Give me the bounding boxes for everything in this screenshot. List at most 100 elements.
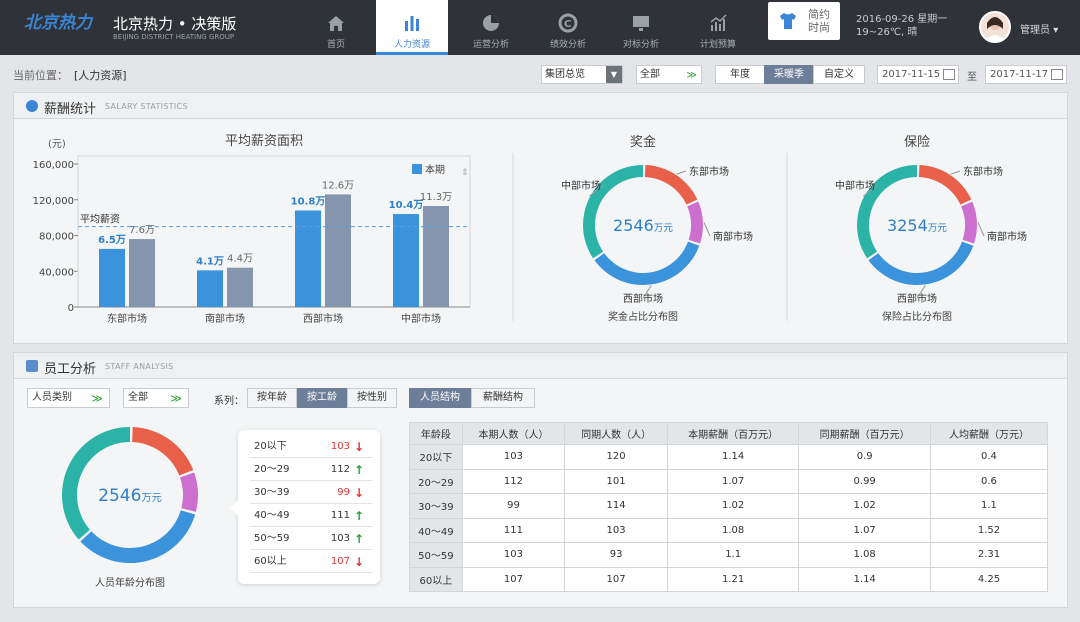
nav-budget[interactable]: 计划预算 [682, 0, 754, 55]
x-tick-label: 西部市场 [303, 312, 343, 325]
donut-caption: 人员年龄分布图 [95, 576, 165, 589]
bar[interactable] [295, 210, 321, 307]
user-menu[interactable]: 管理员 ▾ [1020, 21, 1058, 36]
donut-slice[interactable] [583, 165, 643, 259]
donut-slice[interactable] [868, 241, 974, 285]
tab-custom[interactable]: 自定义 [813, 65, 865, 84]
bar[interactable] [129, 239, 155, 307]
bar-value-label: 12.6万 [322, 180, 354, 191]
date-from-input[interactable]: 2017-11-15 [877, 65, 959, 84]
list-label: 20～29 [254, 464, 290, 475]
legend-scroll-icon[interactable]: ⇕ [461, 168, 469, 178]
bar[interactable] [393, 214, 419, 307]
donut-slice[interactable] [857, 165, 917, 259]
tab-salary-structure[interactable]: 薪酬结构 [471, 388, 535, 408]
donut-slice[interactable] [62, 427, 130, 540]
bar-chart-icon [405, 16, 419, 31]
staff-type-select[interactable]: 人员类别 ≫ [27, 388, 110, 408]
company-logo[interactable]: 北京热力 [24, 8, 98, 38]
list-item[interactable]: 30～39 99 ↓ [250, 482, 372, 504]
nav-hr[interactable]: 人力资源 [376, 0, 448, 55]
table-row[interactable]: 20以下 103 120 1.14 0.9 0.4 [409, 444, 1049, 470]
donut-slice[interactable] [80, 510, 196, 563]
arrow-down-icon: ↓ [353, 486, 364, 500]
list-item[interactable]: 20～29 112 ↑ [250, 459, 372, 481]
table-cell: 1.02 [798, 493, 931, 519]
table-cell: 50～59 [409, 542, 463, 568]
table-header-cell: 本期薪酬（百万元） [666, 422, 800, 445]
breadcrumb-label: 当前位置： [13, 69, 68, 82]
list-item[interactable]: 60以上 107 ↓ [250, 551, 372, 573]
list-label: 40～49 [254, 510, 290, 521]
bar[interactable] [227, 267, 253, 307]
legend-swatch [412, 164, 422, 174]
tab-staff-structure[interactable]: 人员结构 [409, 388, 471, 408]
bar-value-label: 4.4万 [227, 254, 253, 265]
donut-label: 西部市场 [623, 292, 663, 305]
coin-icon [26, 100, 38, 112]
nav-home[interactable]: 首页 [300, 0, 372, 55]
theme-switch[interactable]: 简约时尚 [768, 2, 840, 40]
arrow-up-icon: ↑ [353, 463, 364, 477]
table-row[interactable]: 40～49 111 103 1.08 1.07 1.52 [409, 517, 1049, 543]
table-cell: 0.6 [929, 468, 1049, 494]
list-item[interactable]: 20以下 103 ↓ [250, 436, 372, 458]
gauge-icon: C [558, 13, 578, 33]
list-label: 60以上 [254, 556, 287, 567]
staff-subtitle: STAFF ANALYSIS [105, 362, 174, 371]
tab-by-gender[interactable]: 按性别 [347, 388, 397, 408]
list-item[interactable]: 50～59 103 ↑ [250, 528, 372, 550]
table-header-cell: 本期人数（人） [461, 422, 566, 445]
svg-text:C: C [564, 19, 571, 30]
tab-heating-season[interactable]: 采暖季 [764, 65, 814, 84]
avg-label: 平均薪资 [80, 214, 120, 226]
table-cell: 1.08 [666, 517, 800, 543]
pointer-icon [230, 500, 239, 516]
staff-all-select[interactable]: 全部 ≫ [123, 388, 189, 408]
theme-label: 简约时尚 [808, 8, 830, 34]
breadcrumb: 当前位置： [人力资源] [13, 67, 127, 83]
avatar[interactable] [979, 11, 1011, 43]
group-select[interactable]: 集团总览 ▼ [541, 65, 623, 84]
list-item[interactable]: 40～49 111 ↑ [250, 505, 372, 527]
donut-slice[interactable] [180, 472, 198, 512]
tab-by-tenure[interactable]: 按工龄 [297, 388, 347, 408]
table-row[interactable]: 50～59 103 93 1.1 1.08 2.31 [409, 542, 1049, 568]
tab-year[interactable]: 年度 [715, 65, 765, 84]
chevron-down-icon: ▼ [606, 66, 622, 83]
donut-slice[interactable] [594, 241, 700, 285]
table-cell: 93 [564, 542, 668, 568]
nav-performance[interactable]: C 绩效分析 [532, 0, 604, 55]
staff-panel-header: 员工分析 STAFF ANALYSIS [14, 353, 1067, 379]
nav-benchmark[interactable]: 对标分析 [605, 0, 677, 55]
series-label: 系列： [214, 396, 244, 407]
table-cell: 40～49 [409, 517, 463, 543]
bar[interactable] [99, 248, 125, 307]
table-row[interactable]: 30～39 99 114 1.02 1.02 1.1 [409, 493, 1049, 519]
donut-total: 2546万元 [98, 486, 162, 506]
donut-label: 中部市场 [835, 179, 875, 192]
donut-slice[interactable] [132, 427, 194, 476]
date-to-input[interactable]: 2017-11-17 [985, 65, 1067, 84]
scope-select[interactable]: 全部 ≫ [636, 65, 702, 84]
bar-chart: 平均薪资面积 (元) 0 40,000 80,000 120,000 160,000 东部市场… [33, 134, 471, 325]
staff-all-value: 全部 [128, 392, 148, 403]
top-header: 北京热力 北京热力 • 决策版 BEIJING DISTRICT HEATING… [0, 0, 1080, 55]
donut-slice[interactable] [961, 201, 977, 244]
bar[interactable] [423, 206, 449, 307]
salary-subtitle: SALARY STATISTICS [105, 102, 188, 111]
donut-slice[interactable] [687, 201, 703, 244]
table-row[interactable]: 60以上 107 107 1.21 1.14 4.25 [409, 566, 1049, 592]
salary-panel-header: 薪酬统计 SALARY STATISTICS [14, 93, 1067, 119]
arrow-up-icon: ↑ [353, 509, 364, 523]
bar[interactable] [325, 194, 351, 307]
tab-by-age[interactable]: 按年龄 [247, 388, 297, 408]
bar-value-label: 4.1万 [196, 255, 224, 267]
nav-operations[interactable]: 运营分析 [455, 0, 527, 55]
table-cell: 1.07 [798, 517, 931, 543]
bar[interactable] [197, 270, 223, 307]
date-to-value: 2017-11-17 [990, 69, 1049, 80]
table-row[interactable]: 20～29 112 101 1.07 0.99 0.6 [409, 468, 1049, 494]
donut-label: 中部市场 [561, 179, 601, 192]
donut-total: 2546万元 [613, 216, 673, 235]
